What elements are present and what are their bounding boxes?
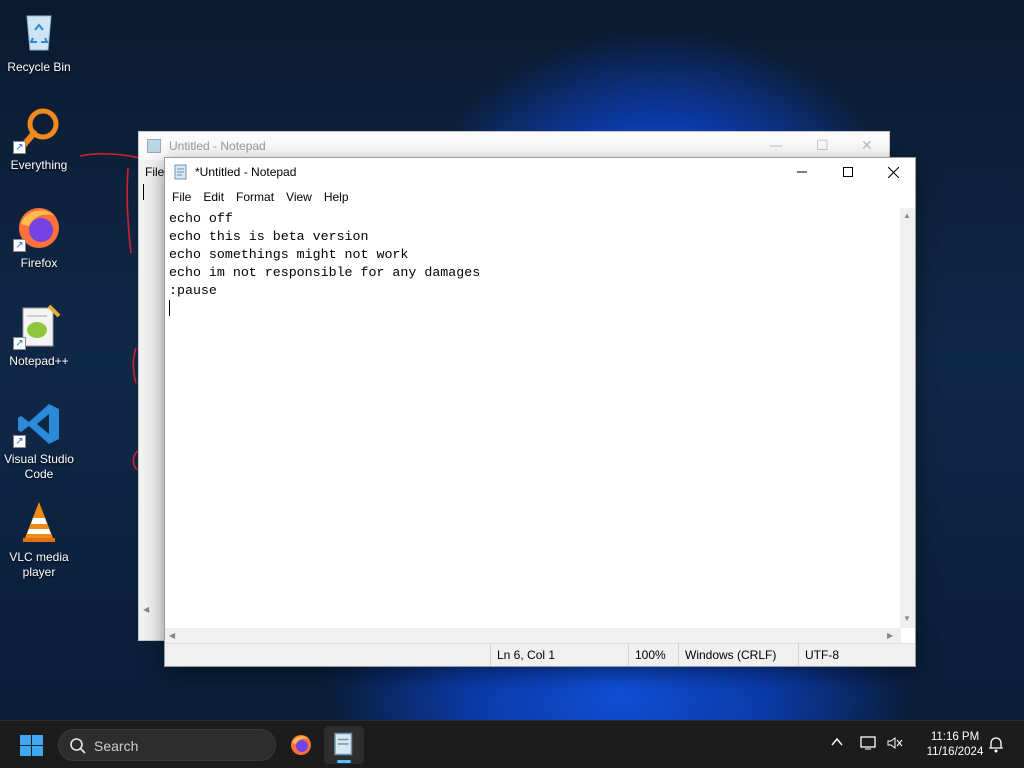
status-zoom: 100% <box>628 644 678 666</box>
menu-format[interactable]: Format <box>230 186 280 208</box>
firefox-icon <box>291 735 311 755</box>
window-title: *Untitled - Notepad <box>195 165 297 179</box>
desktop-icon-vlc[interactable]: VLC media player <box>0 498 78 580</box>
scroll-left-icon[interactable]: ◀ <box>143 605 149 614</box>
text-caret <box>169 300 170 317</box>
volume-muted-icon[interactable] <box>886 735 904 754</box>
close-icon[interactable]: ✕ <box>861 138 873 154</box>
notification-bell-icon[interactable] <box>988 735 1004 756</box>
notepad-window[interactable]: *Untitled - Notepad File Edit Format Vie… <box>164 157 916 667</box>
status-cursor-position: Ln 6, Col 1 <box>490 644 628 666</box>
search-placeholder: Search <box>94 738 139 754</box>
minimize-icon[interactable]: — <box>769 138 783 154</box>
shortcut-arrow-icon: ↗ <box>13 239 26 252</box>
firefox-icon: ↗ <box>13 204 63 252</box>
desktop-icon-recycle-bin[interactable]: Recycle Bin <box>0 8 78 75</box>
windows-logo-icon <box>20 735 31 745</box>
editor-line: echo im not responsible for any damages <box>169 265 481 280</box>
scroll-right-icon[interactable]: ▶ <box>887 631 893 640</box>
menubar: File Edit Format View Help <box>165 186 915 208</box>
menu-file[interactable]: File <box>145 165 164 179</box>
chevron-up-icon[interactable] <box>830 735 844 752</box>
minimize-icon <box>797 171 807 173</box>
vertical-scrollbar[interactable]: ▲ ▼ <box>900 208 915 628</box>
editor-line: echo off <box>169 211 233 226</box>
shortcut-arrow-icon: ↗ <box>13 141 26 154</box>
desktop-icon-label: Firefox <box>20 256 58 270</box>
scroll-down-icon[interactable]: ▼ <box>903 614 911 623</box>
taskbar-clock[interactable]: 11:16 PM 11/16/2024 <box>914 730 996 760</box>
minimize-button[interactable] <box>779 158 825 186</box>
menu-edit[interactable]: Edit <box>197 186 230 208</box>
maximize-icon[interactable]: ☐ <box>816 138 829 154</box>
desktop-icon-notepad-plus-plus[interactable]: ↗ Notepad++ <box>0 302 78 369</box>
desktop-icon-everything[interactable]: ↗ Everything <box>0 106 78 173</box>
editor-line: :pause <box>169 283 217 298</box>
windows-logo-tile <box>32 746 43 756</box>
start-button[interactable] <box>20 735 44 757</box>
text-editor[interactable]: echo off echo this is beta version echo so… <box>165 208 901 628</box>
menu-help[interactable]: Help <box>318 186 355 208</box>
active-app-indicator <box>337 760 351 763</box>
maximize-icon <box>843 167 853 177</box>
recycle-bin-icon <box>15 8 63 56</box>
vlc-icon <box>15 498 63 546</box>
notepad-icon <box>334 732 353 756</box>
notepad-icon <box>173 164 189 180</box>
search-icon <box>70 738 86 754</box>
close-button[interactable] <box>870 158 916 186</box>
menu-file[interactable]: File <box>166 186 197 208</box>
menu-view[interactable]: View <box>280 186 318 208</box>
desktop-icon-label: Recycle Bin <box>7 60 71 74</box>
maximize-button[interactable] <box>825 158 871 186</box>
horizontal-scrollbar[interactable]: ◀ ▶ <box>165 628 901 643</box>
desktop-icon-vscode[interactable]: ↗ Visual Studio Code <box>0 400 78 482</box>
taskbar-firefox[interactable] <box>281 726 321 764</box>
notepad-titlebar[interactable]: *Untitled - Notepad <box>165 158 915 186</box>
status-line-ending: Windows (CRLF) <box>678 644 798 666</box>
close-icon <box>887 166 899 178</box>
status-bar: Ln 6, Col 1 100% Windows (CRLF) UTF-8 <box>165 643 915 666</box>
shortcut-arrow-icon: ↗ <box>13 435 26 448</box>
taskbar: Search 11:16 PM 11/16/2024 <box>0 720 1024 768</box>
desktop-icon-label: Visual Studio Code <box>4 452 74 481</box>
desktop-icon-label: Notepad++ <box>9 354 69 368</box>
editor-line: echo somethings might not work <box>169 247 409 262</box>
background-window-title: Untitled - Notepad <box>169 139 266 153</box>
shortcut-arrow-icon: ↗ <box>13 337 26 350</box>
editor-line-current <box>169 300 897 318</box>
clock-time: 11:16 PM <box>930 731 980 743</box>
taskbar-notepad[interactable] <box>324 726 364 764</box>
desktop-icon-label: Everything <box>10 158 68 172</box>
scroll-left-icon[interactable]: ◀ <box>169 631 175 640</box>
notepad-icon <box>147 139 161 153</box>
notepad-plus-plus-icon: ↗ <box>13 302 63 350</box>
scroll-up-icon[interactable]: ▲ <box>903 211 911 220</box>
windows-logo-tile <box>20 746 31 756</box>
clock-date: 11/16/2024 <box>926 746 984 758</box>
editor-line: echo this is beta version <box>169 229 369 244</box>
vscode-icon: ↗ <box>13 400 63 448</box>
taskbar-search-box[interactable]: Search <box>58 729 276 761</box>
search-magnifier-icon: ↗ <box>13 106 63 154</box>
windows-logo-tile <box>32 735 43 745</box>
background-window-caret <box>143 184 144 200</box>
status-encoding: UTF-8 <box>798 644 914 666</box>
desktop-icon-label: VLC media player <box>9 550 69 579</box>
desktop-icon-firefox[interactable]: ↗ Firefox <box>0 204 78 271</box>
display-icon[interactable] <box>860 735 878 754</box>
